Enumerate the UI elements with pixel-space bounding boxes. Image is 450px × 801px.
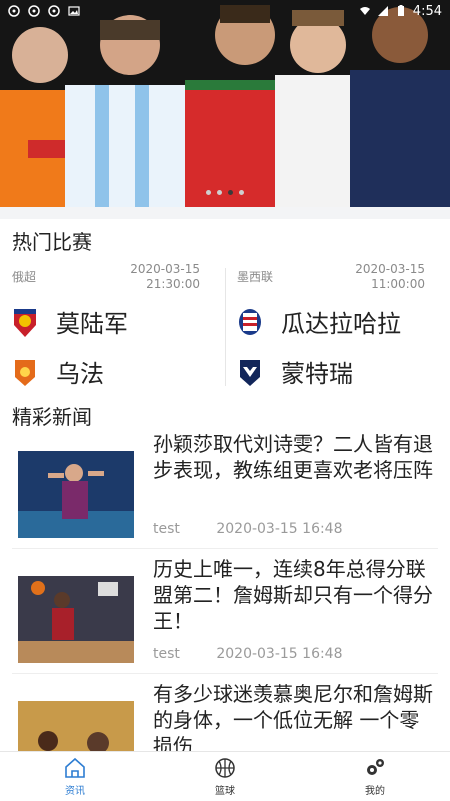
carousel-dot-active[interactable]	[228, 190, 233, 195]
away-team-name: 蒙特瑞	[281, 360, 353, 388]
match-date: 2020-03-15	[130, 262, 200, 276]
basketball-icon	[215, 758, 235, 778]
tab-label: 我的	[365, 786, 385, 797]
tab-news[interactable]: 资讯	[0, 752, 150, 801]
away-team-name: 乌法	[56, 360, 104, 388]
home-team-name: 瓜达拉哈拉	[281, 310, 401, 338]
tab-basketball[interactable]: 篮球	[150, 752, 300, 801]
wifi-icon	[359, 7, 370, 15]
carousel-dot[interactable]	[217, 190, 222, 195]
news-meta: test 2020-03-15 16:48	[153, 521, 343, 537]
away-team: 乌法	[12, 354, 104, 389]
league-name: 墨西联	[237, 270, 274, 284]
notification-icon	[8, 5, 20, 17]
image-icon	[68, 6, 80, 16]
news-datetime: 2020-03-15 16:48	[216, 646, 343, 662]
news-headline: 有多少球迷羡慕奥尼尔和詹姆斯的身体，一个低位无解 一个零损伤	[153, 682, 433, 758]
home-team: 瓜达拉哈拉	[237, 304, 401, 339]
match-time: 11:00:00	[371, 277, 425, 291]
hot-matches: 俄超 2020-03-15 21:30:00 莫陆军 乌法 墨西联 2020-0…	[0, 262, 450, 392]
news-item[interactable]: 孙颖莎取代刘诗雯？二人皆有退步表现，教练组更喜欢老将压阵 test 2020-0…	[12, 425, 438, 549]
news-thumbnail	[18, 576, 134, 663]
guadalajara-logo-icon	[239, 308, 261, 335]
gears-icon	[367, 759, 384, 775]
signal-icon	[377, 6, 388, 16]
carousel-dot[interactable]	[239, 190, 244, 195]
status-time: 4:54	[412, 3, 442, 19]
hero-banner[interactable]	[0, 0, 450, 207]
news-thumbnail	[18, 451, 134, 538]
status-bar: 4:54	[0, 0, 450, 22]
section-separator	[0, 207, 450, 219]
league-name: 俄超	[12, 270, 37, 284]
match-datetime: 2020-03-15 11:00:00	[355, 262, 425, 292]
news-headline: 孙颖莎取代刘诗雯？二人皆有退步表现，教练组更喜欢老将压阵	[153, 432, 433, 482]
carousel-dot[interactable]	[206, 190, 211, 195]
news-headline: 历史上唯一，连续8年总得分联盟第二！詹姆斯却只有一个得分王！	[153, 557, 433, 633]
tab-label: 资讯	[65, 786, 85, 797]
news-author: test	[153, 521, 180, 537]
news-author: test	[153, 646, 180, 662]
bottom-tab-bar: 资讯 篮球 我的	[0, 751, 450, 801]
home-team: 莫陆军	[12, 304, 128, 339]
ufa-logo-icon	[15, 359, 35, 386]
match-date: 2020-03-15	[355, 262, 425, 276]
news-item[interactable]: 历史上唯一，连续8年总得分联盟第二！詹姆斯却只有一个得分王！ test 2020…	[12, 550, 438, 674]
hot-matches-title: 热门比赛	[12, 230, 92, 254]
match-time: 21:30:00	[146, 277, 200, 291]
cska-logo-icon	[14, 308, 36, 337]
news-datetime: 2020-03-15 16:48	[216, 521, 343, 537]
away-team: 蒙特瑞	[237, 354, 353, 389]
home-icon	[65, 757, 85, 778]
match-card[interactable]: 俄超 2020-03-15 21:30:00 莫陆军 乌法	[0, 262, 225, 392]
news-meta: test 2020-03-15 16:48	[153, 646, 343, 662]
carousel-indicator	[0, 190, 450, 195]
home-team-name: 莫陆军	[56, 310, 128, 338]
tab-mine[interactable]: 我的	[300, 752, 450, 801]
match-datetime: 2020-03-15 21:30:00	[130, 262, 200, 292]
match-card[interactable]: 墨西联 2020-03-15 11:00:00 瓜达拉哈拉 蒙特瑞	[225, 262, 450, 392]
tab-label: 篮球	[215, 786, 235, 797]
monterrey-logo-icon	[240, 359, 260, 386]
battery-icon	[397, 5, 404, 16]
notification-icon	[28, 5, 40, 17]
notification-icon	[48, 5, 60, 17]
banner-image	[0, 0, 450, 207]
